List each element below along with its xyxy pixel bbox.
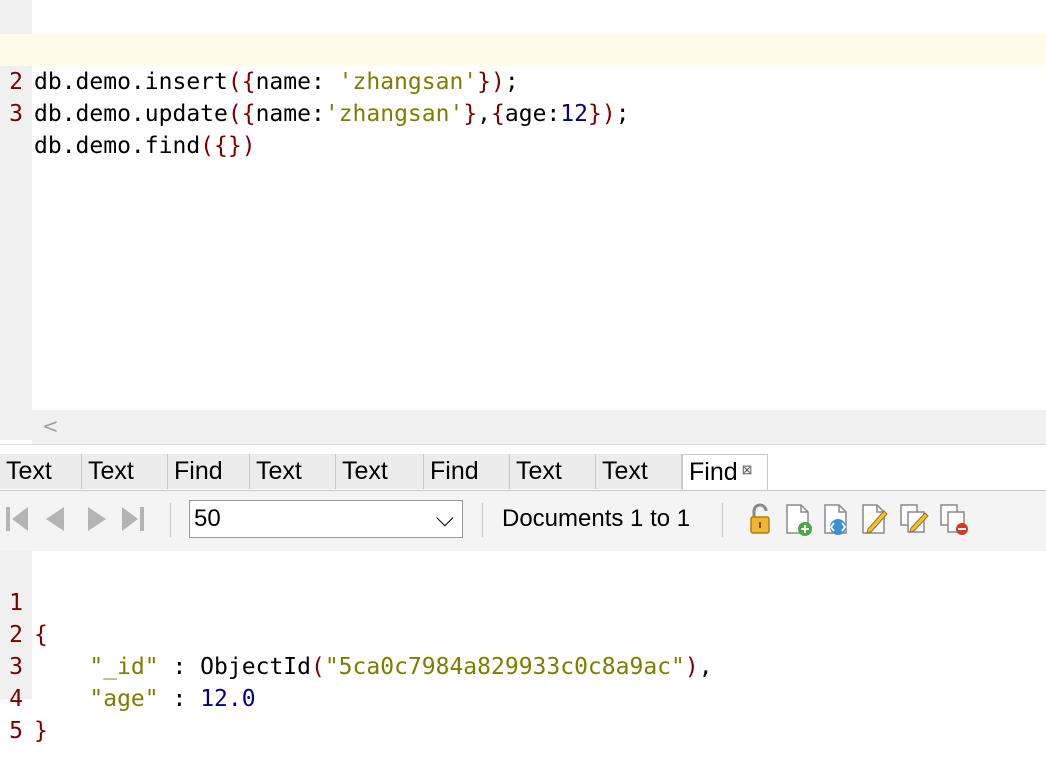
tab-text-1[interactable]: Text: [0, 454, 82, 489]
result-viewer[interactable]: 1 { 2 "_id" : ObjectId("5ca0c7984a829933…: [0, 551, 1046, 744]
line-number: 5: [9, 718, 23, 744]
tab-find-1[interactable]: Find: [168, 454, 250, 489]
code-text[interactable]: db.demo.update({name:'zhangsan'},{age:12…: [34, 98, 630, 130]
delete-document-icon[interactable]: [938, 501, 970, 537]
next-page-icon[interactable]: [80, 501, 112, 537]
result-toolbar: 50 ⌵ Documents 1 to 1: [0, 491, 1046, 551]
tab-label: Text: [342, 457, 388, 485]
result-line-4: 4 }: [0, 651, 1046, 744]
tab-find-active[interactable]: Find ⊠: [682, 454, 768, 490]
toolbar-separator: [482, 503, 483, 537]
copy-edit-icon[interactable]: [898, 501, 930, 537]
tab-text-6[interactable]: Text: [596, 454, 682, 489]
edit-document-icon[interactable]: [858, 501, 890, 537]
tab-label: Text: [516, 457, 562, 485]
tab-close-icon[interactable]: ⊠: [742, 462, 753, 477]
tab-text-3[interactable]: Text: [250, 454, 336, 489]
prev-page-icon[interactable]: [40, 501, 72, 537]
tab-label: Find: [174, 457, 223, 485]
last-page-icon[interactable]: [118, 501, 150, 537]
tab-label: Find: [430, 457, 479, 485]
result-tabs: Text Text Find Text Text Find Text Text …: [0, 454, 1046, 491]
code-line-3[interactable]: 3 db.demo.find({}): [0, 66, 1046, 159]
code-line-1[interactable]: 1 db.demo.insert({name: 'zhangsan'});: [0, 2, 1046, 95]
horizontal-scrollbar[interactable]: <: [32, 410, 1046, 444]
toolbar-separator: [170, 503, 171, 537]
first-page-icon[interactable]: [2, 501, 34, 537]
page-size-value: 50: [194, 505, 221, 532]
result-line-2: 2 "_id" : ObjectId("5ca0c7984a829933c0c8…: [0, 587, 1046, 680]
toolbar-separator: [722, 503, 723, 537]
query-editor[interactable]: 1 db.demo.insert({name: 'zhangsan'}); 2 …: [0, 0, 1046, 440]
tab-label: Text: [88, 457, 134, 485]
tab-label: Find: [689, 458, 738, 486]
lock-icon[interactable]: [744, 501, 776, 537]
code-line-2[interactable]: 2 db.demo.update({name:'zhangsan'},{age:…: [0, 34, 1046, 127]
scroll-left-icon[interactable]: <: [42, 414, 59, 438]
code-text[interactable]: db.demo.find({}): [34, 130, 256, 162]
tab-label: Text: [602, 457, 648, 485]
tab-label: Text: [256, 457, 302, 485]
tab-text-2[interactable]: Text: [82, 454, 168, 489]
view-document-icon[interactable]: [820, 501, 852, 537]
line-number: 3: [9, 101, 23, 127]
page-size-select[interactable]: 50 ⌵: [189, 500, 463, 538]
tab-text-5[interactable]: Text: [510, 454, 596, 489]
result-line-1: 1 {: [0, 555, 1046, 648]
tab-label: Text: [6, 457, 52, 485]
result-line-5: 5: [0, 683, 1046, 744]
chevron-down-icon[interactable]: ⌵: [436, 501, 454, 537]
tab-find-2[interactable]: Find: [424, 454, 510, 489]
add-document-icon[interactable]: [782, 501, 814, 537]
tab-text-4[interactable]: Text: [336, 454, 424, 489]
result-line-3: 3 "age" : 12.0: [0, 619, 1046, 712]
documents-count: Documents 1 to 1: [502, 505, 691, 532]
